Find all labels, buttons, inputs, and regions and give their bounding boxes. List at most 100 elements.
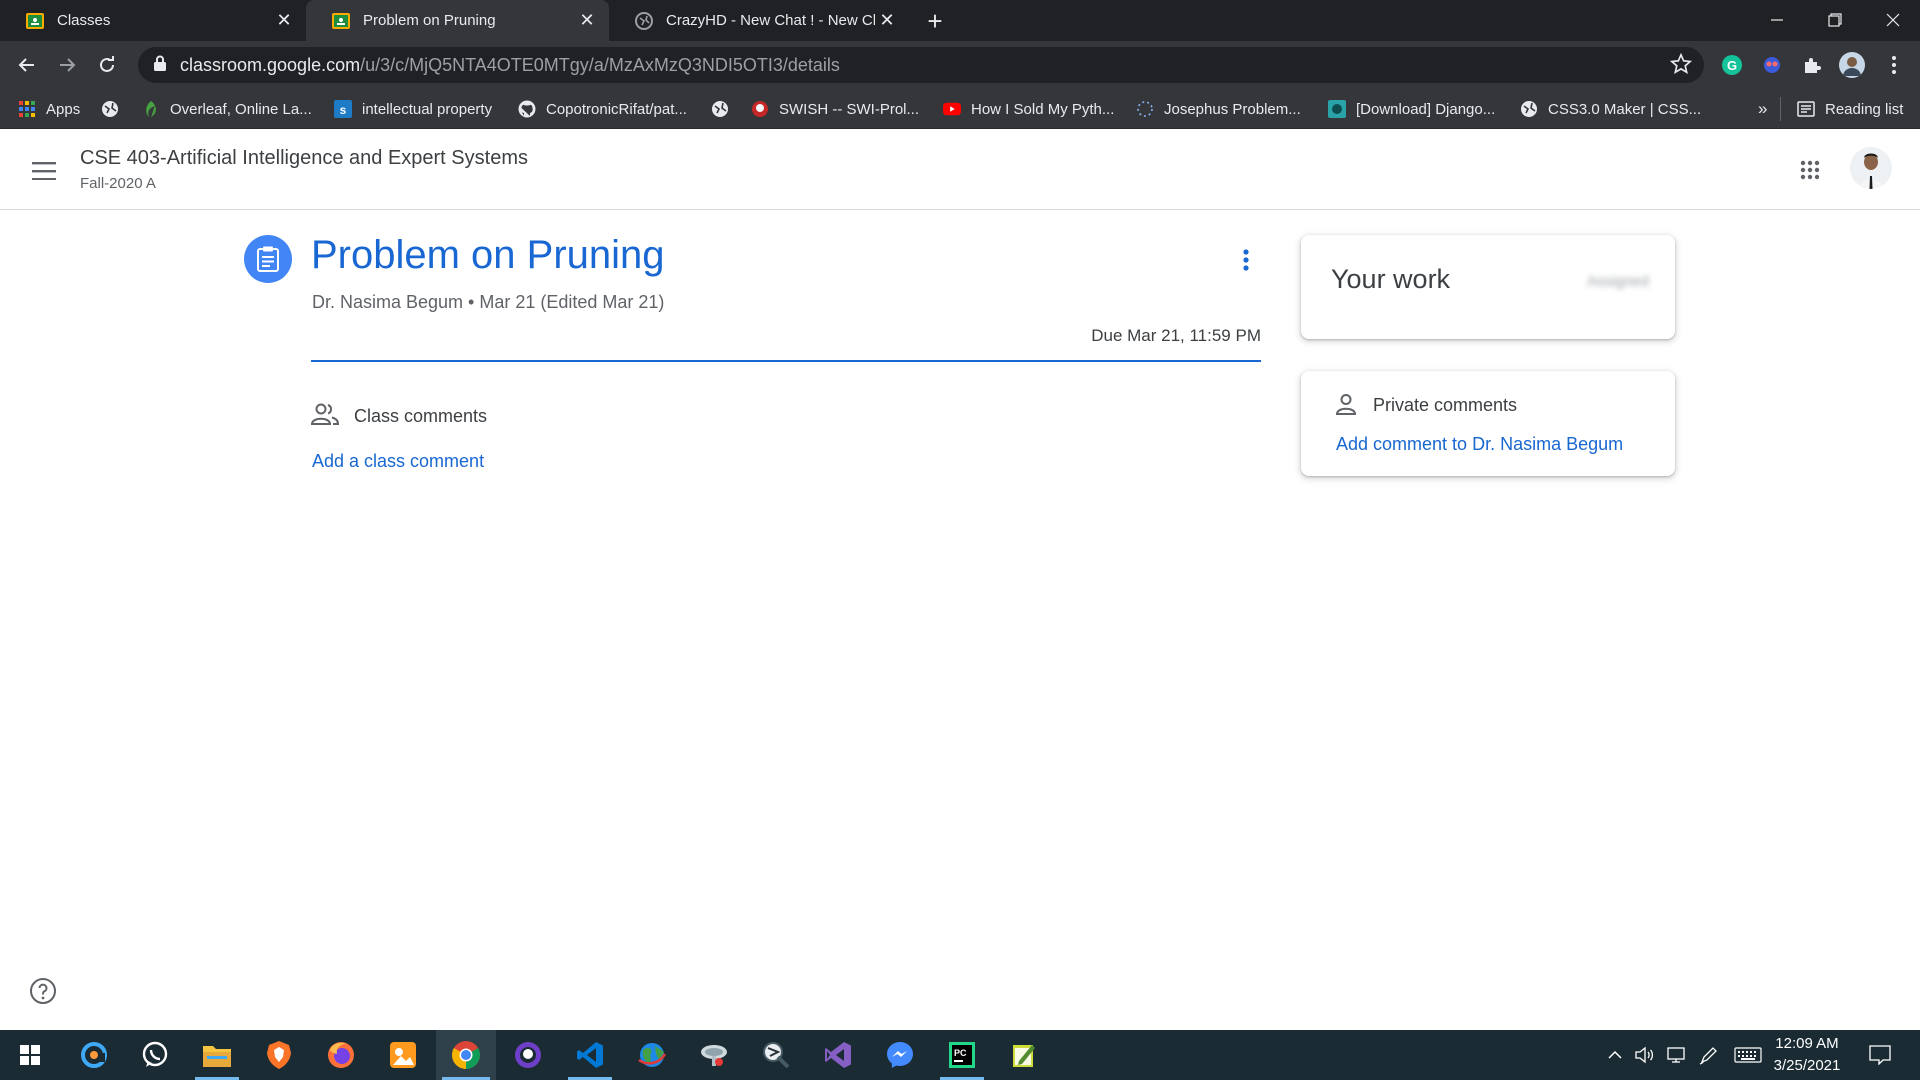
course-section: Fall-2020 A bbox=[80, 175, 156, 192]
bookmark-star-icon[interactable] bbox=[1669, 52, 1693, 80]
scribd-icon: s bbox=[334, 100, 352, 118]
keyboard-icon[interactable] bbox=[1730, 1030, 1766, 1080]
start-icon[interactable] bbox=[2, 1030, 58, 1080]
notifications-icon[interactable] bbox=[1862, 1030, 1898, 1080]
show-hidden-icons-icon[interactable] bbox=[1602, 1030, 1628, 1080]
restore-button[interactable] bbox=[1806, 0, 1864, 40]
lock-icon bbox=[154, 55, 166, 76]
close-icon[interactable]: ✕ bbox=[875, 9, 899, 33]
globe-icon bbox=[1520, 100, 1538, 118]
bookmark-youtube[interactable]: How I Sold My Pyth... bbox=[943, 89, 1114, 129]
apps-grid-icon bbox=[18, 100, 36, 118]
add-class-comment-link[interactable]: Add a class comment bbox=[312, 451, 484, 472]
classroom-icon bbox=[331, 11, 351, 31]
satellite-icon[interactable] bbox=[686, 1030, 742, 1080]
puzzle-icon[interactable] bbox=[1798, 51, 1826, 79]
file-explorer-icon[interactable] bbox=[189, 1030, 245, 1080]
assignment-title: Problem on Pruning bbox=[311, 233, 665, 277]
main-menu-icon[interactable] bbox=[28, 155, 60, 187]
reading-list-icon bbox=[1797, 100, 1815, 118]
back-button[interactable] bbox=[11, 49, 43, 81]
person-icon bbox=[1335, 393, 1359, 417]
volume-icon[interactable] bbox=[1630, 1030, 1660, 1080]
bookmark-divider bbox=[1780, 97, 1781, 121]
globe-icon bbox=[711, 100, 729, 118]
github-desktop-icon[interactable] bbox=[500, 1030, 556, 1080]
visual-studio-icon[interactable] bbox=[810, 1030, 866, 1080]
svg-text:G: G bbox=[1727, 58, 1737, 73]
class-comments-header: Class comments bbox=[310, 402, 487, 430]
tab-problem-on-pruning[interactable]: Problem on Pruning ✕ bbox=[306, 0, 609, 41]
bookmark-django[interactable]: [Download] Django... bbox=[1328, 89, 1495, 129]
bookmark-josephus[interactable]: Josephus Problem... bbox=[1136, 89, 1301, 129]
tab-label: Classes bbox=[57, 12, 111, 29]
bookmark-intellectual-property[interactable]: s intellectual property bbox=[334, 89, 492, 129]
people-icon bbox=[310, 402, 340, 430]
url-text: classroom.google.com/u/3/c/MjQ5NTA4OTE0M… bbox=[180, 54, 840, 75]
tool-icon[interactable] bbox=[748, 1030, 804, 1080]
assignment-meta: Dr. Nasima Begum • Mar 21 (Edited Mar 21… bbox=[312, 292, 665, 312]
notepad-icon[interactable] bbox=[996, 1030, 1052, 1080]
address-bar[interactable]: classroom.google.com/u/3/c/MjQ5NTA4OTE0M… bbox=[138, 47, 1704, 83]
add-private-comment-link[interactable]: Add comment to Dr. Nasima Begum bbox=[1336, 434, 1623, 455]
account-avatar[interactable] bbox=[1850, 147, 1892, 189]
extension-icon[interactable] bbox=[1758, 51, 1786, 79]
bookmark-globe-2[interactable] bbox=[711, 89, 739, 129]
classroom-header: CSE 403-Artificial Intelligence and Expe… bbox=[0, 129, 1920, 210]
whatsapp-icon[interactable] bbox=[127, 1030, 183, 1080]
help-icon[interactable] bbox=[29, 977, 57, 1005]
taskbar-clock[interactable]: 12:09 AM 3/25/2021 bbox=[1762, 1033, 1852, 1077]
grammarly-icon[interactable]: G bbox=[1718, 51, 1746, 79]
swish-icon bbox=[751, 100, 769, 118]
due-date: Due Mar 21, 11:59 PM bbox=[1091, 326, 1261, 345]
bookmark-overleaf[interactable]: Overleaf, Online La... bbox=[142, 89, 312, 129]
pycharm-icon[interactable]: PC bbox=[934, 1030, 990, 1080]
tab-classes[interactable]: Classes ✕ bbox=[0, 0, 306, 41]
private-comments-card: Private comments Add comment to Dr. Nasi… bbox=[1301, 371, 1675, 476]
bookmark-css3-maker[interactable]: CSS3.0 Maker | CSS... bbox=[1520, 89, 1701, 129]
bookmark-swish[interactable]: SWISH -- SWI-Prol... bbox=[751, 89, 919, 129]
tab-label: CrazyHD - New Chat ! - New Cha bbox=[666, 12, 875, 29]
vscode-icon[interactable] bbox=[562, 1030, 618, 1080]
close-window-button[interactable] bbox=[1864, 0, 1920, 40]
youtube-icon bbox=[943, 100, 961, 118]
earth-icon[interactable] bbox=[624, 1030, 680, 1080]
windows-taskbar: PC bbox=[0, 1030, 1920, 1080]
browser-toolbar: classroom.google.com/u/3/c/MjQ5NTA4OTE0M… bbox=[0, 41, 1920, 89]
tab-label: Problem on Pruning bbox=[363, 12, 496, 29]
photo-app-icon[interactable] bbox=[375, 1030, 431, 1080]
loading-icon bbox=[1136, 100, 1154, 118]
network-icon[interactable] bbox=[1662, 1030, 1692, 1080]
assignment-icon bbox=[244, 235, 292, 283]
reading-list-button[interactable]: Reading list bbox=[1797, 89, 1903, 129]
pen-workspace-icon[interactable] bbox=[1694, 1030, 1724, 1080]
reload-button[interactable] bbox=[91, 49, 123, 81]
tab-crazyhd[interactable]: CrazyHD - New Chat ! - New Cha ✕ bbox=[609, 0, 909, 41]
more-options-icon[interactable] bbox=[1230, 244, 1262, 276]
new-tab-button[interactable]: + bbox=[920, 6, 950, 36]
your-work-title: Your work bbox=[1331, 264, 1451, 294]
brave-icon[interactable] bbox=[251, 1030, 307, 1080]
overleaf-icon bbox=[142, 100, 160, 118]
chrome-icon[interactable] bbox=[436, 1030, 496, 1080]
minimize-button[interactable] bbox=[1748, 0, 1806, 40]
profile-avatar-icon[interactable] bbox=[1838, 51, 1866, 79]
course-title[interactable]: CSE 403-Artificial Intelligence and Expe… bbox=[80, 147, 528, 170]
more-bookmarks-button[interactable]: » bbox=[1758, 89, 1767, 129]
clock-date: 3/25/2021 bbox=[1773, 1057, 1841, 1074]
firefox-icon[interactable] bbox=[313, 1030, 369, 1080]
close-icon[interactable]: ✕ bbox=[272, 9, 296, 33]
close-icon[interactable]: ✕ bbox=[575, 9, 599, 33]
bookmark-globe[interactable] bbox=[101, 89, 129, 129]
bookmark-github[interactable]: CopotronicRifat/pat... bbox=[518, 89, 687, 129]
title-divider bbox=[311, 360, 1261, 362]
bookmarks-bar: Apps Overleaf, Online La... s intellectu… bbox=[0, 89, 1920, 129]
bookmark-apps[interactable]: Apps bbox=[18, 89, 80, 129]
qbittorrent-icon[interactable] bbox=[66, 1030, 122, 1080]
chrome-menu-icon[interactable] bbox=[1880, 51, 1908, 79]
messenger-icon[interactable] bbox=[872, 1030, 928, 1080]
svg-text:s: s bbox=[340, 103, 347, 117]
forward-button[interactable] bbox=[51, 49, 83, 81]
github-icon bbox=[518, 100, 536, 118]
google-apps-icon[interactable] bbox=[1793, 153, 1827, 187]
